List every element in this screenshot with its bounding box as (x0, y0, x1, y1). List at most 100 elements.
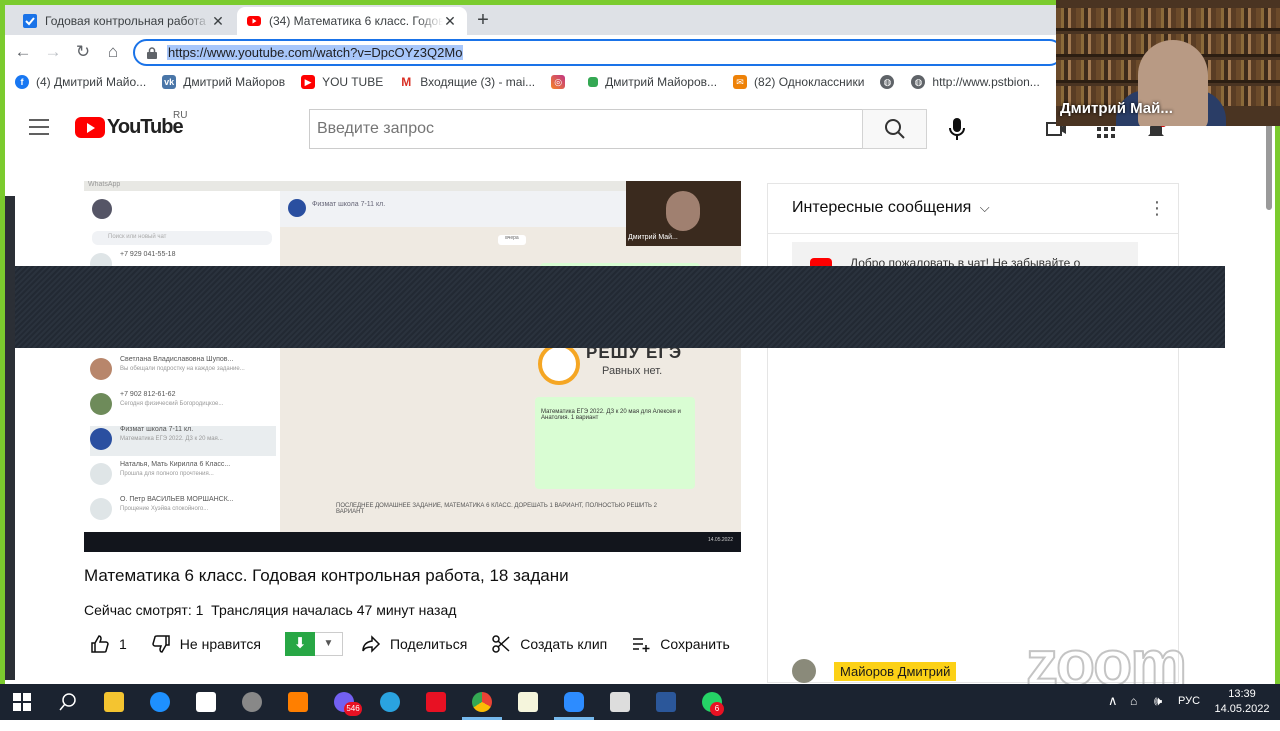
close-tab-icon[interactable]: ✕ (443, 13, 457, 30)
search-input[interactable]: Введите запрос (309, 109, 863, 149)
list-item: Наталья, Мать Кирилла 6 Класс... Прошла д… (90, 461, 276, 491)
avatar (288, 199, 306, 217)
globe-icon: ◍ (880, 75, 895, 89)
home-icon[interactable]: ⌂ (101, 40, 125, 64)
share-button[interactable]: Поделиться (361, 634, 467, 654)
video-player[interactable]: WhatsApp Поиск или новый чат +7 929 041-… (84, 181, 741, 552)
document-icon[interactable] (610, 692, 630, 712)
app-icon[interactable] (242, 692, 262, 712)
whatsapp-search: Поиск или новый чат (92, 231, 272, 245)
vlc-icon[interactable] (288, 692, 308, 712)
zoom-webcam-tile: Дмитрий Май... (1056, 0, 1280, 126)
browser-toolbar: ← → ↻ ⌂ https://www.youtube.com/watch?v=… (5, 35, 1063, 69)
forward-icon[interactable]: → (41, 40, 65, 64)
vk-icon: vk (162, 75, 177, 89)
playlist-add-icon (633, 638, 650, 652)
windows-start-icon[interactable] (12, 692, 32, 712)
sun-icon (538, 343, 580, 385)
chat-author[interactable]: Майоров Дмитрий (834, 661, 957, 681)
viber-badge: 546 (344, 702, 362, 716)
youtube-favicon-icon (247, 16, 261, 26)
green-square-icon (588, 77, 599, 87)
bookmark-green[interactable]: Дмитрий Майоров... (588, 75, 717, 89)
edge-icon[interactable] (150, 692, 170, 712)
page-scrollbar[interactable] (1266, 120, 1272, 210)
avatar (792, 659, 816, 683)
microphone-icon[interactable] (945, 116, 969, 142)
more-options-icon[interactable]: ⋮ (1148, 198, 1166, 219)
whatsapp-badge: 6 (710, 702, 724, 716)
chat-mode-selector[interactable]: Интересные сообщения ⌵ (768, 184, 1178, 234)
file-explorer-icon[interactable] (104, 692, 124, 712)
chrome-icon[interactable] (472, 692, 492, 712)
left-edge-strip (0, 196, 15, 680)
youtube-icon: ▶ (301, 75, 316, 89)
search-icon[interactable] (58, 692, 78, 712)
share-icon (362, 635, 381, 653)
bookmark-globe[interactable]: ◍ (880, 75, 901, 89)
search-button[interactable] (862, 109, 927, 149)
download-button[interactable]: ⬇ ▼ (284, 632, 343, 656)
tray-chevron-up-icon[interactable]: ∧ (1108, 693, 1118, 729)
globe-icon: ◍ (911, 75, 926, 89)
chat-welcome-banner: Добро пожаловать в чат! Не забывайте о (792, 242, 1138, 268)
dislike-button[interactable]: Не нравится (151, 634, 261, 654)
telegram-icon[interactable] (380, 692, 400, 712)
language-indicator[interactable]: РУС (1178, 695, 1200, 731)
odnoklassniki-icon: ✉ (733, 75, 748, 89)
download-arrow-icon: ⬇ (284, 632, 315, 656)
tab-youtube-video[interactable]: (34) Математика 6 класс. Годов ✕ (237, 7, 467, 35)
stream-started: Трансляция началась 47 минут назад (211, 602, 457, 618)
viewers-now: Сейчас смотрят: 1 (84, 602, 204, 618)
word-icon[interactable] (656, 692, 676, 712)
list-item: О. Петр ВАСИЛЬЕВ МОРШАНСК... Прощение Хуэ… (90, 496, 276, 526)
gmail-icon: M (399, 75, 414, 89)
mini-webcam: Дмитрий Май... (626, 181, 741, 246)
bookmark-gmail[interactable]: M Входящие (3) - mai... (399, 75, 535, 89)
bookmark-vk[interactable]: vk Дмитрий Майоров (162, 75, 285, 89)
new-tab-button[interactable]: + (473, 9, 493, 32)
search-icon (885, 119, 905, 139)
close-tab-icon[interactable]: ✕ (211, 13, 225, 30)
screenshot-tool-icon[interactable] (426, 692, 446, 712)
video-title: Математика 6 класс. Годовая контрольная … (84, 566, 569, 585)
list-item: +7 902 812-61-62 Сегодня физический Богор… (90, 391, 276, 421)
bookmark-pstbion[interactable]: ◍ http://www.pstbion... (911, 75, 1040, 89)
chevron-down-icon[interactable]: ▼ (314, 632, 343, 656)
thumbs-down-icon (152, 635, 170, 653)
network-icon[interactable]: ⌂ (1130, 694, 1137, 730)
bookmark-instagram[interactable]: ◎ (551, 75, 572, 89)
live-chat-panel: Интересные сообщения ⌵ ⋮ Добро пожаловат… (767, 183, 1179, 683)
message-input: ПОСЛЕДНЕЕ ДОМАШНЕЕ ЗАДАНИЕ, МАТЕМАТИКА 6… (336, 503, 657, 515)
youtube-play-icon (75, 117, 105, 138)
menu-icon[interactable] (29, 119, 49, 135)
list-item: Светлана Владиславовна Шупов... Вы обещал… (90, 356, 276, 386)
clock[interactable]: 13:39 14.05.2022 (1214, 687, 1270, 723)
youtube-logo[interactable]: YouTube RU (75, 110, 187, 139)
screen: Годовая контрольная работа по ✕ (34) Мат… (0, 0, 1280, 720)
reload-icon[interactable]: ↻ (71, 40, 95, 64)
tab-control-work[interactable]: Годовая контрольная работа по ✕ (13, 7, 235, 35)
facebook-icon: f (15, 75, 29, 89)
chevron-down-icon: ⌵ (979, 200, 990, 215)
store-icon[interactable] (196, 692, 216, 712)
back-icon[interactable]: ← (11, 40, 35, 64)
address-bar[interactable]: https://www.youtube.com/watch?v=DpcOYz3Q… (133, 39, 1063, 66)
volume-icon[interactable]: 🕪 (1154, 693, 1162, 729)
list-item: Физмат школа 7-11 кл. Математика ЕГЭ 2022… (90, 426, 276, 456)
like-button[interactable]: 1 (90, 634, 127, 654)
screen-share-overlay-bar (15, 266, 1225, 348)
save-button[interactable]: Сохранить (631, 634, 730, 654)
notepad-icon[interactable] (518, 692, 538, 712)
checkbox-favicon-icon (23, 14, 37, 28)
windows-taskbar: 546 6 ∧ ⌂ 🕪 РУС 13:39 14.05.2022 (0, 684, 1280, 720)
zoom-icon[interactable] (564, 692, 584, 712)
whatsapp-contact-list: Поиск или новый чат +7 929 041-55-18 Све… (84, 191, 280, 532)
bookmark-odnoklassniki[interactable]: ✉ (82) Одноклассники (733, 75, 864, 89)
create-clip-button[interactable]: Создать клип (491, 634, 607, 654)
bookmarks-bar: f (4) Дмитрий Майо... vk Дмитрий Майоров ▶… (5, 69, 1070, 95)
bookmark-youtube[interactable]: ▶ YOU TUBE (301, 75, 383, 89)
avatar (92, 199, 112, 219)
bookmark-facebook[interactable]: f (4) Дмитрий Майо... (15, 75, 146, 89)
participant-name: Дмитрий Май... (1060, 100, 1173, 117)
